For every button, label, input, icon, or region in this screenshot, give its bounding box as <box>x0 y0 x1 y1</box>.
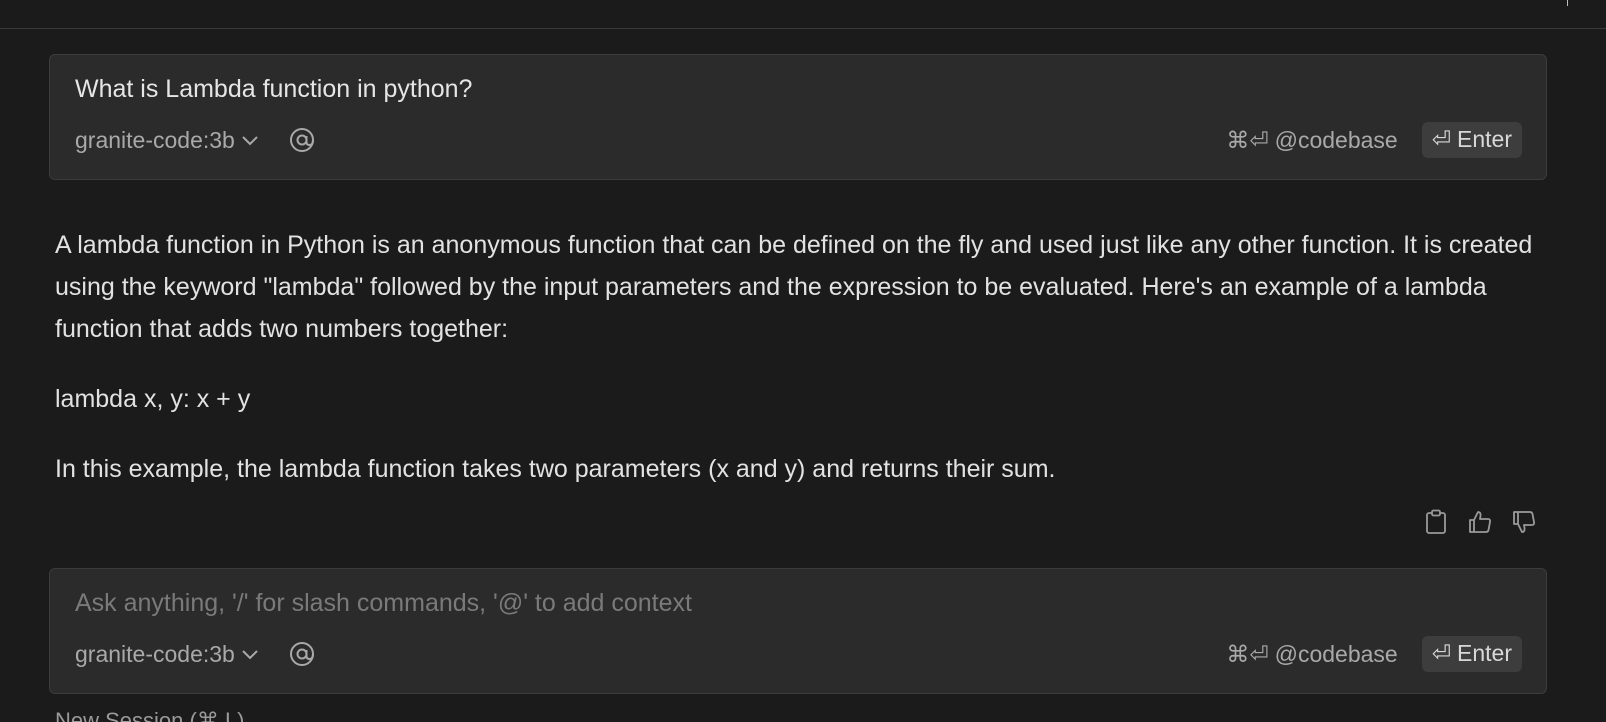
codebase-shortcut-keys: ⌘⏎ <box>1226 126 1269 153</box>
top-divider <box>0 28 1606 29</box>
input-footer-left: granite-code:3b <box>75 639 317 669</box>
assistant-response: A lambda function in Python is an anonym… <box>55 224 1545 518</box>
chat-input-box[interactable]: Ask anything, '/' for slash commands, '@… <box>49 568 1547 694</box>
input-footer: granite-code:3b ⌘⏎ @codebase ⏎ Enter <box>75 635 1522 673</box>
response-paragraph: In this example, the lambda function tak… <box>55 455 1056 483</box>
input-footer-left: granite-code:3b <box>75 125 317 155</box>
thumbs-up-icon[interactable] <box>1466 508 1494 536</box>
codebase-shortcut-button[interactable]: ⌘⏎ @codebase <box>1226 641 1397 668</box>
return-icon: ⏎ <box>1431 640 1452 666</box>
model-selector-label: granite-code:3b <box>75 640 235 667</box>
input-footer-right: ⌘⏎ @codebase ⏎ Enter <box>1226 122 1522 158</box>
codebase-shortcut-keys: ⌘⏎ <box>1226 640 1269 667</box>
enter-button-label: Enter <box>1457 640 1512 666</box>
new-session-link[interactable]: New Session (⌘ L) <box>55 708 245 722</box>
input-footer-right: ⌘⏎ @codebase ⏎ Enter <box>1226 636 1522 672</box>
return-icon: ⏎ <box>1431 126 1452 152</box>
codebase-shortcut-button[interactable]: ⌘⏎ @codebase <box>1226 127 1397 154</box>
response-code: lambda x, y: x + y <box>55 385 251 413</box>
response-paragraph: A lambda function in Python is an anonym… <box>55 231 1533 343</box>
submitted-message-box[interactable]: What is Lambda function in python? grani… <box>49 54 1547 180</box>
chevron-down-icon <box>241 134 259 146</box>
top-caret <box>1567 0 1568 6</box>
model-selector-label: granite-code:3b <box>75 126 235 153</box>
response-actions <box>1422 508 1538 536</box>
chat-input-placeholder[interactable]: Ask anything, '/' for slash commands, '@… <box>75 589 692 618</box>
model-selector[interactable]: granite-code:3b <box>75 641 259 668</box>
clipboard-icon[interactable] <box>1422 508 1450 536</box>
at-mention-icon[interactable] <box>287 639 317 669</box>
input-footer: granite-code:3b ⌘⏎ @codebase ⏎ Enter <box>75 121 1522 159</box>
at-mention-icon[interactable] <box>287 125 317 155</box>
thumbs-down-icon[interactable] <box>1510 508 1538 536</box>
codebase-label: @codebase <box>1274 126 1398 153</box>
chat-panel: What is Lambda function in python? grani… <box>0 0 1606 722</box>
chevron-down-icon <box>241 648 259 660</box>
submitted-message-text[interactable]: What is Lambda function in python? <box>75 75 472 104</box>
codebase-label: @codebase <box>1274 640 1398 667</box>
enter-button[interactable]: ⏎ Enter <box>1421 122 1522 158</box>
enter-button[interactable]: ⏎ Enter <box>1421 636 1522 672</box>
enter-button-label: Enter <box>1457 126 1512 152</box>
model-selector[interactable]: granite-code:3b <box>75 127 259 154</box>
